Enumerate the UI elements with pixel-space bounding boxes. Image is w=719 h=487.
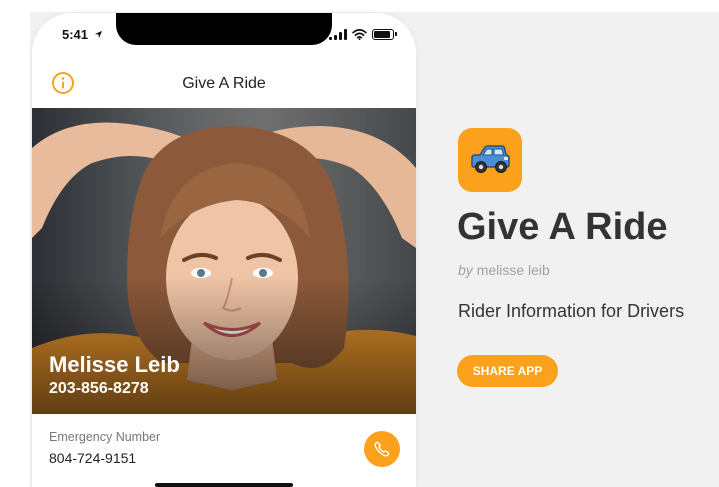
author-name: melisse leib [476, 262, 550, 278]
wifi-icon [352, 28, 367, 40]
app-title: Give A Ride [457, 206, 668, 248]
signal-icon [329, 28, 347, 40]
emergency-number: 804-724-9151 [49, 450, 137, 466]
app-description: Rider Information for Drivers [458, 301, 685, 321]
status-bar-icons [329, 26, 397, 42]
call-emergency-button[interactable] [364, 431, 400, 467]
status-bar-time: 5:41 [62, 27, 103, 42]
phone-icon [374, 441, 390, 457]
app-icon [458, 128, 522, 192]
phone-notch [116, 13, 332, 45]
rider-name: Melisse Leib [49, 352, 180, 377]
emergency-label: Emergency Number [49, 430, 161, 444]
home-indicator [155, 483, 293, 487]
location-arrow-icon [94, 30, 102, 39]
car-icon [471, 145, 510, 173]
battery-icon [372, 28, 397, 40]
share-app-button[interactable]: SHARE APP [457, 355, 558, 387]
app-author: by melisse leib [458, 262, 550, 278]
phone-mockup: 5:41 Give A Ride Melisse Leib 203-856-82… [32, 13, 416, 487]
rider-photo: Melisse Leib 203-856-8278 [32, 108, 416, 414]
nav-title: Give A Ride [182, 75, 266, 92]
rider-phone: 203-856-8278 [49, 380, 149, 397]
author-prefix: by [458, 262, 473, 278]
